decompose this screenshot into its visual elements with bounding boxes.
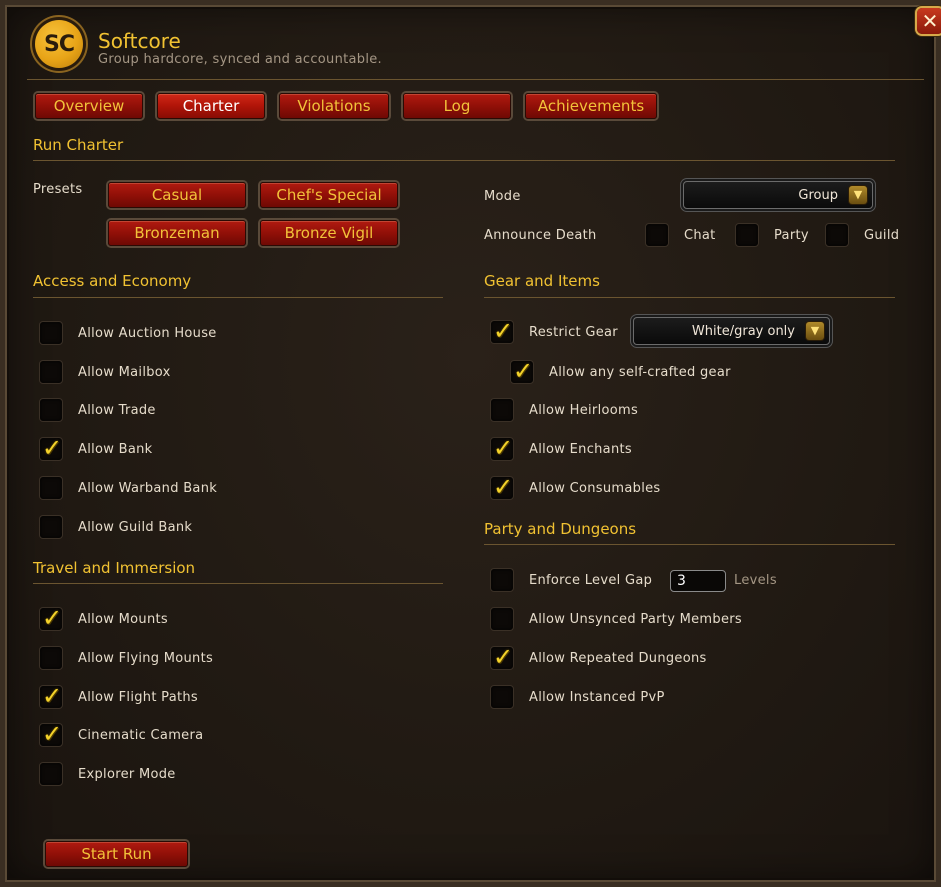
checkmark-icon: ✓: [42, 604, 63, 632]
allow-trade-label: Allow Trade: [78, 403, 156, 418]
level-gap-input[interactable]: 3: [670, 570, 726, 592]
allow-bank-label: Allow Bank: [78, 442, 153, 457]
announce-chat-checkbox[interactable]: [645, 223, 669, 247]
checkmark-icon: ✓: [42, 682, 63, 710]
cinematic-camera-checkbox[interactable]: ✓: [39, 720, 63, 748]
tab-violations[interactable]: Violations: [279, 93, 389, 119]
explorer-mode-checkbox[interactable]: [39, 762, 63, 786]
preset-casual-button[interactable]: Casual: [108, 182, 246, 208]
announce-guild-checkbox[interactable]: [825, 223, 849, 247]
checkmark-icon: ✓: [493, 473, 514, 501]
allow-bank-checkbox[interactable]: ✓: [39, 434, 63, 462]
checkmark-icon: ✓: [493, 317, 514, 345]
explorer-mode-label: Explorer Mode: [78, 767, 176, 782]
allow-guild-bank-checkbox[interactable]: [39, 515, 63, 539]
mode-dropdown-value: Group: [798, 188, 838, 203]
allow-consumables-label: Allow Consumables: [529, 481, 661, 496]
allow-guild-bank-label: Allow Guild Bank: [78, 520, 193, 535]
section-title-access-economy: Access and Economy: [33, 272, 192, 290]
tab-overview[interactable]: Overview: [35, 93, 143, 119]
announce-chat-label: Chat: [684, 228, 716, 243]
allow-flying-mounts-checkbox[interactable]: [39, 646, 63, 670]
presets-label: Presets: [33, 182, 83, 197]
cinematic-camera-label: Cinematic Camera: [78, 728, 204, 743]
allow-flight-paths-checkbox[interactable]: ✓: [39, 682, 63, 710]
allow-mailbox-label: Allow Mailbox: [78, 365, 171, 380]
preset-bronze-vigil-button[interactable]: Bronze Vigil: [260, 220, 398, 246]
allow-enchants-checkbox[interactable]: ✓: [490, 434, 514, 462]
checkmark-icon: ✓: [493, 434, 514, 462]
allow-unsynced-party-label: Allow Unsynced Party Members: [529, 612, 742, 627]
allow-consumables-checkbox[interactable]: ✓: [490, 473, 514, 501]
allow-self-crafted-checkbox[interactable]: ✓: [510, 357, 534, 385]
allow-instanced-pvp-label: Allow Instanced PvP: [529, 690, 665, 705]
allow-unsynced-party-checkbox[interactable]: [490, 607, 514, 631]
announce-party-checkbox[interactable]: [735, 223, 759, 247]
levels-unit-label: Levels: [734, 573, 777, 588]
start-run-button[interactable]: Start Run: [45, 841, 188, 867]
checkmark-icon: ✓: [42, 434, 63, 462]
allow-instanced-pvp-checkbox[interactable]: [490, 685, 514, 709]
section-title-run-charter: Run Charter: [33, 136, 124, 154]
section-divider: [33, 583, 443, 584]
softcore-window: SC Softcore Group hardcore, synced and a…: [0, 0, 941, 887]
tab-log[interactable]: Log: [403, 93, 511, 119]
window-subtitle: Group hardcore, synced and accountable.: [98, 52, 382, 67]
allow-heirlooms-checkbox[interactable]: [490, 398, 514, 422]
allow-warband-bank-label: Allow Warband Bank: [78, 481, 218, 496]
gear-quality-dropdown-value: White/gray only: [691, 324, 795, 339]
section-divider: [33, 160, 895, 161]
allow-auction-house-checkbox[interactable]: [39, 321, 63, 345]
tab-achievements[interactable]: Achievements: [525, 93, 657, 119]
allow-warband-bank-checkbox[interactable]: [39, 476, 63, 500]
checkmark-icon: ✓: [493, 643, 514, 671]
allow-repeated-dungeons-checkbox[interactable]: ✓: [490, 643, 514, 671]
section-divider: [33, 297, 443, 298]
allow-repeated-dungeons-label: Allow Repeated Dungeons: [529, 651, 707, 666]
addon-logo: SC: [35, 20, 83, 68]
close-icon[interactable]: ✕: [917, 8, 941, 34]
allow-heirlooms-label: Allow Heirlooms: [529, 403, 639, 418]
checkmark-icon: ✓: [42, 720, 63, 748]
allow-self-crafted-label: Allow any self-crafted gear: [549, 365, 731, 380]
mode-dropdown[interactable]: Group ▼: [683, 181, 873, 209]
allow-mounts-checkbox[interactable]: ✓: [39, 604, 63, 632]
allow-flying-mounts-label: Allow Flying Mounts: [78, 651, 214, 666]
announce-guild-label: Guild: [864, 228, 900, 243]
allow-flight-paths-label: Allow Flight Paths: [78, 690, 198, 705]
chevron-down-icon[interactable]: ▼: [806, 322, 824, 340]
checkmark-icon: ✓: [513, 357, 534, 385]
chevron-down-icon[interactable]: ▼: [849, 186, 867, 204]
announce-party-label: Party: [774, 228, 809, 243]
enforce-level-gap-checkbox[interactable]: [490, 568, 514, 592]
tab-charter[interactable]: Charter: [157, 93, 265, 119]
allow-trade-checkbox[interactable]: [39, 398, 63, 422]
preset-chefs-special-button[interactable]: Chef's Special: [260, 182, 398, 208]
enforce-level-gap-label: Enforce Level Gap: [529, 573, 653, 588]
section-divider: [484, 297, 895, 298]
allow-auction-house-label: Allow Auction House: [78, 326, 217, 341]
preset-bronzeman-button[interactable]: Bronzeman: [108, 220, 246, 246]
allow-mailbox-checkbox[interactable]: [39, 360, 63, 384]
section-title-travel-immersion: Travel and Immersion: [33, 559, 196, 577]
header-divider: [27, 79, 924, 80]
section-title-gear-items: Gear and Items: [484, 272, 600, 290]
section-divider: [484, 544, 895, 545]
restrict-gear-checkbox[interactable]: ✓: [490, 317, 514, 345]
window-title: Softcore: [98, 29, 181, 53]
section-title-party-dungeons: Party and Dungeons: [484, 520, 637, 538]
mode-label: Mode: [484, 189, 521, 204]
gear-quality-dropdown[interactable]: White/gray only ▼: [633, 317, 830, 345]
announce-death-label: Announce Death: [484, 228, 597, 243]
allow-enchants-label: Allow Enchants: [529, 442, 632, 457]
allow-mounts-label: Allow Mounts: [78, 612, 168, 627]
restrict-gear-label: Restrict Gear: [529, 325, 618, 340]
